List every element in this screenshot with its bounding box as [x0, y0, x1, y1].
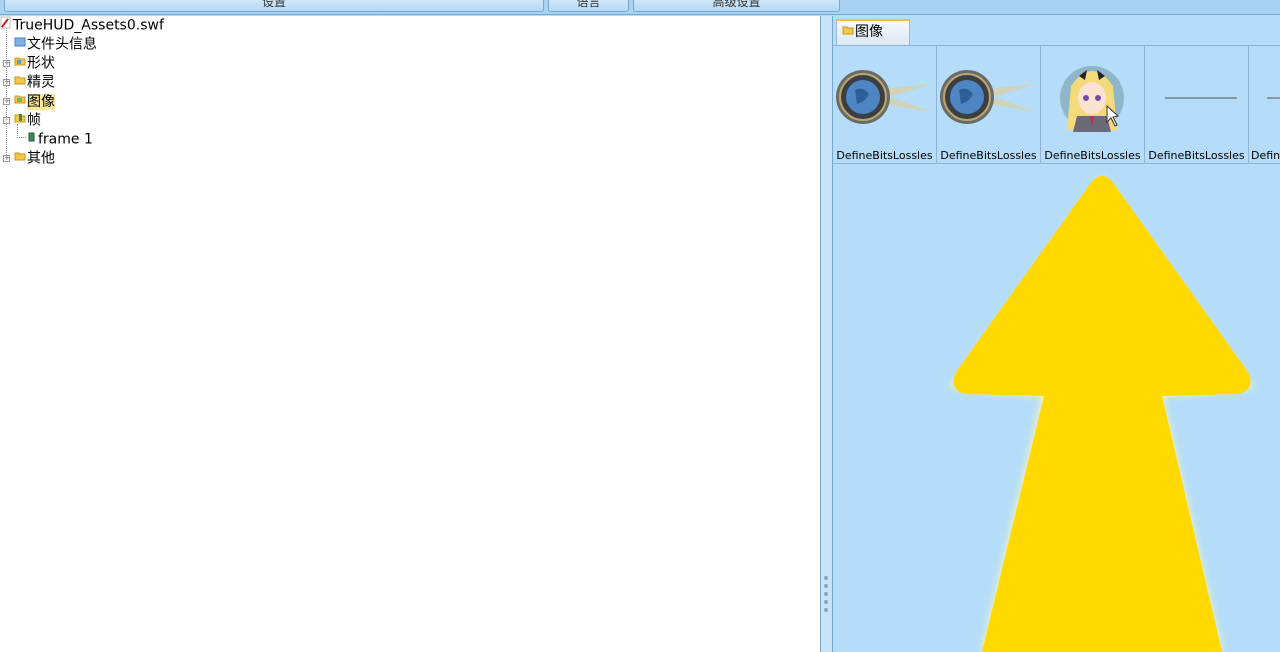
- up-arrow-icon: [950, 176, 1254, 652]
